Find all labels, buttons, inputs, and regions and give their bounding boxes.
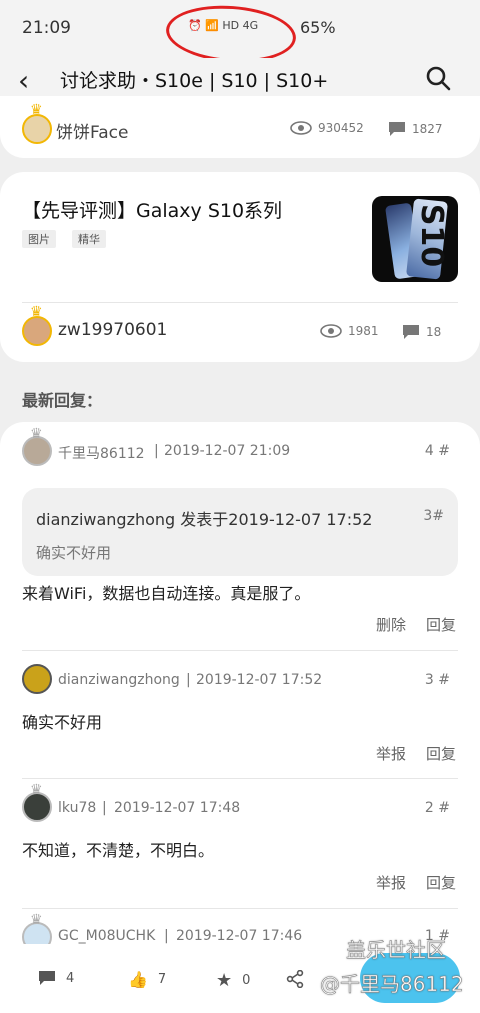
reply-button[interactable]: 回复 (426, 614, 456, 635)
share-icon (286, 970, 304, 988)
quote-text: 确实不好用 (36, 544, 112, 562)
comments-count: 18 (426, 325, 442, 339)
comment-icon (39, 971, 55, 985)
status-bar: 21:09 ⏰ 📶 HD 4G 65% (0, 0, 480, 67)
comments-count: 1827 (412, 122, 443, 136)
views-count: 1981 (348, 324, 379, 338)
reply-separator: | (102, 800, 107, 816)
reply-text: 确实不好用 (22, 713, 103, 732)
eye-icon (290, 121, 312, 135)
delete-button[interactable]: 删除 (376, 614, 406, 635)
author-name: zw19970601 (58, 320, 168, 340)
reply-time: 2019-12-07 17:48 (114, 800, 241, 816)
avatar (22, 316, 52, 346)
report-button[interactable]: 举报 (376, 872, 406, 893)
floor-number: 2 # (424, 800, 450, 816)
star-icon: ★ (216, 970, 233, 991)
reply-button[interactable]: 回复 (426, 743, 456, 764)
reply-time: 2019-12-07 21:09 (164, 443, 291, 459)
crown-icon: ♛ (30, 426, 43, 442)
reply-text: 不知道，不清楚，不明白。 (22, 841, 215, 860)
post-thumbnail: S10 (372, 196, 458, 282)
comment-count-button[interactable]: 4 (38, 970, 74, 986)
reply-time: 2019-12-07 17:46 (176, 928, 303, 944)
divider (22, 908, 458, 909)
quote-header: dianziwangzhong 发表于2019-12-07 17:52 (36, 510, 373, 529)
reply-user[interactable]: 千里马86112 (58, 443, 145, 463)
comment-icon (389, 122, 405, 136)
views-stat: 1981 (320, 324, 379, 338)
reply-user[interactable]: lku78 (58, 800, 96, 816)
quote-floor: 3# (423, 508, 444, 524)
crown-icon: ♛ (30, 912, 43, 928)
crown-icon: ♛ (30, 102, 43, 118)
reply-text: 来着WiFi，数据也自动连接。真是服了。 (22, 584, 311, 603)
latest-replies-heading: 最新回复： (22, 391, 103, 410)
watermark-user: @千里马86112 (320, 972, 464, 997)
reply-separator: | (164, 928, 169, 944)
reply-user[interactable]: dianziwangzhong (58, 672, 180, 688)
thumbs-up-icon: 👍 (128, 970, 148, 989)
reply-separator: | (154, 443, 159, 459)
report-button[interactable]: 举报 (376, 743, 406, 764)
reply-time: 2019-12-07 17:52 (196, 672, 323, 688)
comments-stat: 1827 (388, 121, 443, 137)
red-annotation-circle (164, 1, 298, 67)
tag-featured: 精华 (72, 230, 106, 248)
like-button[interactable]: 👍 7 (128, 970, 166, 989)
quoted-reply: dianziwangzhong 发表于2019-12-07 17:52 3# 确… (22, 488, 458, 576)
watermark-community: 盖乐世社区 (346, 938, 447, 963)
thumbnail-text: S10 (414, 203, 450, 268)
floor-number: 4 # (424, 443, 450, 459)
status-time: 21:09 (22, 18, 71, 38)
battery-level: 65% (300, 18, 336, 37)
divider (22, 778, 458, 779)
comment-icon (403, 325, 419, 339)
tag-images: 图片 (22, 230, 56, 248)
page-title: 讨论求助・S10e | S10 | S10+ (60, 70, 329, 92)
views-count: 930452 (318, 121, 364, 135)
reply-separator: | (186, 672, 191, 688)
reply-user[interactable]: GC_M08UCHK (58, 928, 155, 944)
post-card[interactable]: 【先导评测】Galaxy S10系列 图片 精华 S10 ♛ zw1997060… (0, 172, 480, 362)
prev-post-card[interactable]: ♛ 饼饼Face 930452 1827 (0, 96, 480, 158)
eye-icon (320, 324, 342, 338)
comment-count: 4 (66, 970, 75, 986)
crown-icon: ♛ (30, 304, 43, 320)
comments-stat: 18 (402, 324, 441, 340)
avatar (22, 664, 52, 694)
favorite-count: 0 (242, 973, 251, 988)
floor-number: 3 # (424, 672, 450, 688)
author-name: 饼饼Face (56, 123, 129, 143)
post-title: 【先导评测】Galaxy S10系列 (22, 200, 283, 222)
back-icon[interactable]: ‹ (18, 64, 29, 97)
avatar (22, 114, 52, 144)
search-icon[interactable] (424, 64, 452, 92)
favorite-button[interactable]: ★ 0 (216, 970, 250, 991)
divider (22, 302, 458, 303)
views-stat: 930452 (290, 121, 364, 135)
reply-button[interactable]: 回复 (426, 872, 456, 893)
like-count: 7 (157, 972, 167, 987)
replies-card: ♛ 千里马86112 | 2019-12-07 21:09 4 # dianzi… (0, 422, 480, 1013)
crown-icon: ♛ (30, 782, 43, 798)
divider (22, 650, 458, 651)
share-button[interactable] (286, 970, 304, 988)
